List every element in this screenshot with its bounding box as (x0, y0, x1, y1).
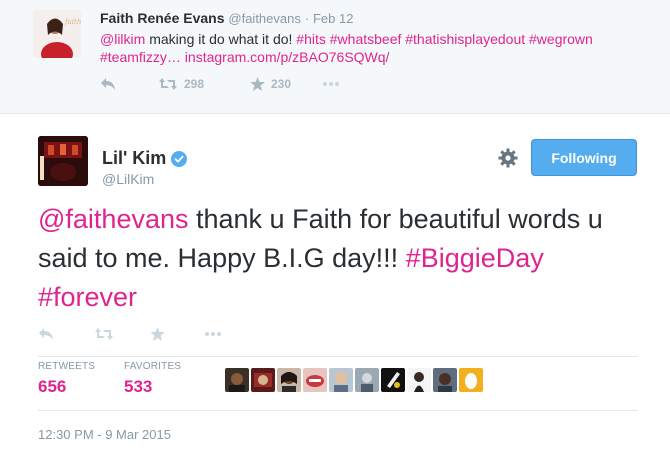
gear-icon[interactable] (498, 148, 518, 168)
divider (38, 356, 638, 357)
favorites-count: 533 (124, 377, 153, 396)
tweet-timestamp[interactable]: 12:30 PM - 9 Mar 2015 (38, 427, 171, 442)
parent-tweet-date[interactable]: Feb 12 (313, 11, 353, 26)
svg-text:faith: faith (64, 18, 81, 26)
retweet-count: 298 (184, 77, 205, 91)
divider (38, 410, 638, 411)
favorites-label: FAVORITES (124, 361, 182, 372)
avatar[interactable] (251, 368, 275, 392)
avatar[interactable] (433, 368, 457, 392)
favorite-button[interactable]: 230 (250, 77, 322, 91)
favorites-stat[interactable]: FAVORITES 533 (124, 361, 181, 397)
retweet-icon (95, 328, 113, 340)
more-icon (323, 82, 339, 86)
more-icon (205, 332, 221, 336)
main-tweet-text: @faithevans thank u Faith for beautiful … (38, 200, 648, 317)
hashtag-biggieday[interactable]: #BiggieDay (406, 243, 544, 273)
reply-button[interactable] (100, 77, 158, 91)
retweet-button[interactable]: 298 (158, 77, 250, 91)
avatar[interactable] (277, 368, 301, 392)
avatar[interactable] (303, 368, 327, 392)
hashtag-link[interactable]: #teamfizzy… (100, 49, 181, 65)
avatar[interactable]: faith (33, 10, 81, 58)
reply-button[interactable] (38, 327, 94, 341)
parent-fullname[interactable]: Faith Renée Evans (100, 10, 225, 26)
following-button[interactable]: Following (531, 139, 637, 176)
parent-tweet-header: Faith Renée Evans @faithevans · Feb 12 (100, 10, 353, 26)
mention-link[interactable]: @faithevans (38, 204, 189, 234)
retweets-label: RETWEETS (38, 361, 96, 372)
retweets-stat[interactable]: RETWEETS 656 (38, 361, 95, 397)
avatar[interactable] (355, 368, 379, 392)
favorite-count: 230 (271, 77, 292, 91)
parent-tweet-actions: 298 230 (100, 76, 340, 92)
more-button[interactable] (322, 81, 340, 87)
avatar[interactable] (459, 368, 483, 392)
parent-tweet-text: @lilkim making it do what it do! #hits #… (100, 30, 650, 66)
avatar[interactable] (381, 368, 405, 392)
retweets-count: 656 (38, 377, 67, 396)
parent-username[interactable]: @faithevans (228, 11, 300, 26)
main-tweet-author[interactable]: Lil' Kim (102, 148, 188, 169)
reply-icon (101, 78, 115, 90)
retweet-icon (159, 78, 177, 90)
star-icon (250, 77, 265, 91)
verified-badge-icon (171, 150, 188, 167)
parent-tweet[interactable]: faith Faith Renée Evans @faithevans · Fe… (0, 0, 670, 114)
instagram-link[interactable]: instagram.com/p/zBAO76SQWq/ (181, 49, 390, 65)
author-fullname[interactable]: Lil' Kim (102, 148, 166, 169)
mention-link[interactable]: @lilkim (100, 31, 145, 47)
hashtag-forever[interactable]: #forever (38, 282, 137, 312)
avatar[interactable] (329, 368, 353, 392)
avatar[interactable] (225, 368, 249, 392)
favorited-by-avatars (225, 368, 485, 392)
main-tweet-actions (38, 325, 222, 343)
reply-icon (39, 328, 53, 340)
star-icon (150, 327, 165, 341)
more-button[interactable] (204, 331, 222, 337)
author-username[interactable]: @LilKim (102, 171, 154, 187)
separator-dot: · (304, 11, 310, 26)
favorite-button[interactable] (150, 327, 204, 341)
hashtags-link[interactable]: #hits #whatsbeef #thatishisplayedout #we… (296, 31, 593, 47)
avatar[interactable] (407, 368, 431, 392)
tweet-body: making it do what it do! (145, 31, 297, 47)
retweet-button[interactable] (94, 327, 150, 341)
avatar[interactable] (38, 136, 88, 186)
